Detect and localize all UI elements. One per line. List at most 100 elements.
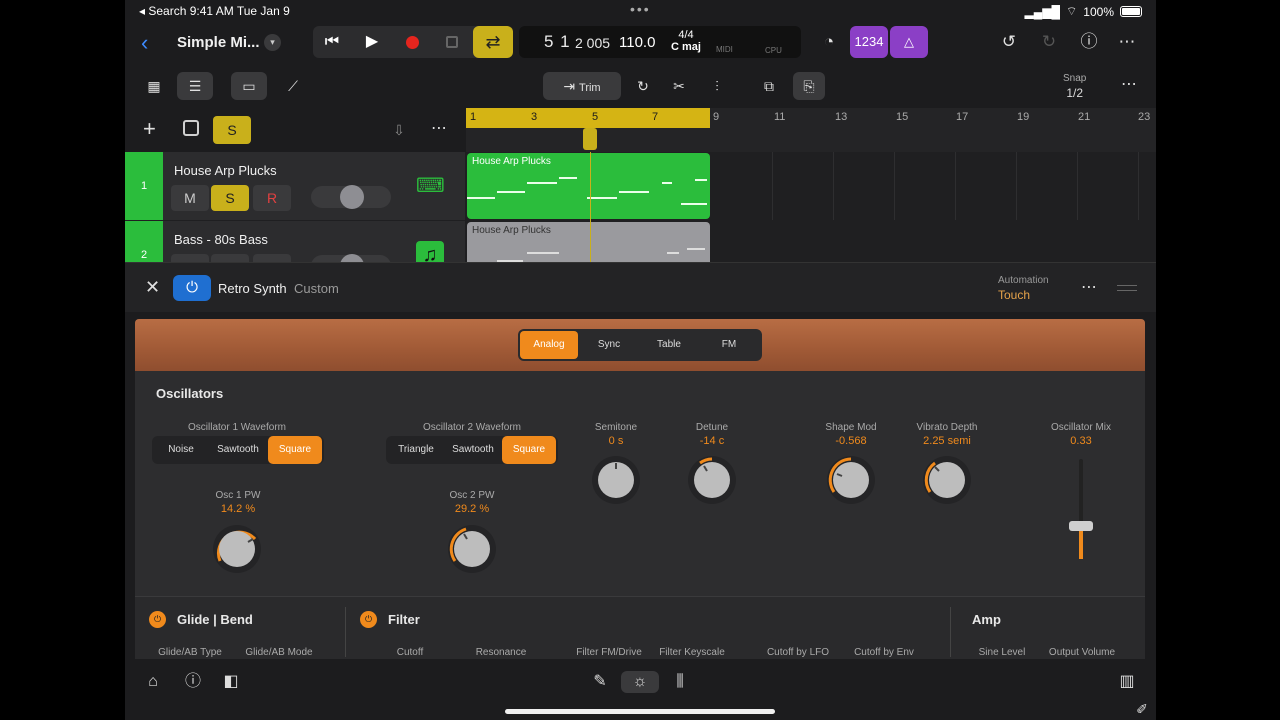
- paste-tool-icon[interactable]: ⎘: [793, 72, 825, 100]
- osc2-square[interactable]: Square: [502, 436, 556, 464]
- trim-tool-button[interactable]: ⇥ Trim: [543, 72, 621, 100]
- osc2-sawtooth[interactable]: Sawtooth: [446, 436, 500, 464]
- track-volume-slider[interactable]: [311, 254, 391, 262]
- global-solo-button[interactable]: S: [213, 116, 251, 144]
- tuner-gauge-icon[interactable]: ◔: [815, 28, 843, 56]
- multitask-dots[interactable]: •••: [630, 1, 651, 17]
- add-track-icon[interactable]: +: [143, 116, 156, 142]
- count-in-button[interactable]: 1234: [850, 26, 888, 58]
- edit-pencil-icon[interactable]: ✎: [588, 671, 612, 693]
- grid-view-icon[interactable]: ▦: [141, 72, 167, 100]
- mute-button[interactable]: M: [171, 254, 209, 262]
- lcd-tempo: 110.0: [619, 34, 656, 51]
- toolrow-more-icon[interactable]: ⋯: [1121, 74, 1138, 94]
- track-name[interactable]: House Arp Plucks: [174, 163, 277, 178]
- join-tool-icon[interactable]: ⫶: [703, 72, 731, 100]
- semitone-value: 0 s: [608, 435, 624, 447]
- redo-icon[interactable]: ↻: [1035, 28, 1063, 56]
- split-tool-icon[interactable]: ✂: [665, 72, 693, 100]
- home-indicator[interactable]: [505, 709, 775, 714]
- library-icon[interactable]: ⌂: [141, 671, 165, 693]
- ruler-bar-9: 9: [713, 111, 720, 123]
- track-lane-2: House Arp Plucks: [466, 221, 1156, 262]
- metronome-icon[interactable]: △: [890, 26, 928, 58]
- osc2-pw-knob[interactable]: [446, 523, 498, 575]
- project-title[interactable]: Simple Mi...: [177, 34, 260, 51]
- detune-knob[interactable]: [686, 454, 738, 506]
- cycle-region[interactable]: [466, 108, 710, 128]
- download-icon[interactable]: ⇩: [387, 116, 411, 144]
- tracks-view-icon[interactable]: ☰: [177, 72, 213, 100]
- solo-button[interactable]: S: [211, 185, 249, 211]
- volume-knob[interactable]: [340, 185, 364, 209]
- automation-icon[interactable]: ⟋: [277, 72, 309, 100]
- info-icon[interactable]: ⓘ: [181, 671, 205, 693]
- resize-grip-icon[interactable]: [1117, 285, 1137, 291]
- glide-power-icon[interactable]: ⏻: [149, 611, 166, 628]
- fader-cap[interactable]: [1069, 521, 1093, 531]
- vibrato-depth-knob[interactable]: [921, 454, 973, 506]
- undo-icon[interactable]: ↺: [995, 28, 1023, 56]
- solo-button[interactable]: S: [211, 254, 249, 262]
- track-header-more-icon[interactable]: ⋯: [431, 118, 448, 138]
- osc1-noise[interactable]: Noise: [154, 436, 208, 464]
- go-to-beginning-icon[interactable]: ⏮: [313, 26, 351, 58]
- duplicate-track-icon[interactable]: [183, 120, 199, 136]
- track-header-2[interactable]: 2 Bass - 80s Bass M S R ♫: [125, 221, 465, 262]
- browser-view-icon[interactable]: ▭: [231, 72, 267, 100]
- mute-button[interactable]: M: [171, 185, 209, 211]
- mixer-icon[interactable]: ⫼: [668, 671, 692, 693]
- osc1-square[interactable]: Square: [268, 436, 322, 464]
- stop-button[interactable]: [433, 26, 471, 58]
- midi-note: [687, 248, 705, 250]
- record-button[interactable]: [393, 26, 431, 58]
- mode-fm[interactable]: FM: [700, 331, 758, 359]
- osc1-pw-knob[interactable]: [211, 523, 263, 575]
- volume-knob[interactable]: [340, 254, 364, 262]
- track-name[interactable]: Bass - 80s Bass: [174, 232, 268, 247]
- automation-control[interactable]: Automation Touch: [998, 274, 1049, 302]
- midi-region[interactable]: House Arp Plucks: [467, 153, 710, 219]
- osc2-pw-label: Osc 2 PW: [449, 490, 495, 501]
- plugin-more-icon[interactable]: ⋯: [1081, 277, 1098, 297]
- more-options-icon[interactable]: ⋯: [1113, 28, 1141, 56]
- plugin-preset[interactable]: Custom: [294, 281, 339, 296]
- mode-table[interactable]: Table: [640, 331, 698, 359]
- pencil-corner-icon[interactable]: ✐: [1131, 698, 1153, 720]
- record-icon: [405, 36, 419, 49]
- playhead-handle[interactable]: [583, 128, 597, 150]
- midi-region[interactable]: House Arp Plucks: [467, 222, 710, 262]
- snap-control[interactable]: Snap 1/2: [1063, 72, 1086, 100]
- tool-row: ▦ ☰ ▭ ⟋ ⇥ Trim ↻ ✂ ⫶ ⧉ ⎘ Snap 1/2 ⋯: [125, 64, 1156, 108]
- help-icon[interactable]: ⓘ: [1075, 28, 1103, 56]
- keyboard-icon[interactable]: ▥: [1115, 671, 1139, 693]
- play-icon[interactable]: ▶: [353, 26, 391, 58]
- track-volume-slider[interactable]: [311, 185, 391, 209]
- lcd-cpu: CPU: [765, 46, 782, 55]
- back-chevron-icon[interactable]: ‹: [141, 30, 148, 56]
- copy-tool-icon[interactable]: ⧉: [755, 72, 783, 100]
- plugin-view-icon[interactable]: ☼: [621, 671, 659, 693]
- close-icon[interactable]: ✕: [145, 277, 160, 298]
- record-enable-button[interactable]: R: [253, 185, 291, 211]
- loop-tool-icon[interactable]: ↻: [629, 72, 657, 100]
- semitone-knob[interactable]: [590, 454, 642, 506]
- mode-sync[interactable]: Sync: [580, 331, 638, 359]
- track-header-1[interactable]: 1 House Arp Plucks M S R ⌨: [125, 152, 465, 220]
- osc2-triangle[interactable]: Triangle: [388, 436, 444, 464]
- oscillator-mix-fader[interactable]: [1069, 459, 1093, 559]
- record-enable-button[interactable]: R: [253, 254, 291, 262]
- shape-mod-knob[interactable]: [825, 454, 877, 506]
- cycle-icon[interactable]: ⇄: [473, 26, 513, 58]
- project-menu-chevron-icon[interactable]: ▾: [264, 34, 281, 51]
- vibrato-depth-value: 2.25 semi: [923, 435, 971, 447]
- plugin-power-icon[interactable]: ⏻: [173, 275, 211, 301]
- ruler-bar-23: 23: [1138, 111, 1151, 123]
- mode-analog[interactable]: Analog: [520, 331, 578, 359]
- browser-icon[interactable]: ◧: [219, 671, 243, 693]
- lcd-time-signature: 4/4: [678, 29, 694, 41]
- filter-power-icon[interactable]: ⏻: [360, 611, 377, 628]
- lcd-display[interactable]: 5 1 2 005 110.0 4/4 C maj MIDI CPU: [519, 26, 801, 58]
- timeline-ruler[interactable]: 1 3 5 7 9 11 13 15 17 19 21 23: [466, 108, 1156, 152]
- osc1-sawtooth[interactable]: Sawtooth: [210, 436, 266, 464]
